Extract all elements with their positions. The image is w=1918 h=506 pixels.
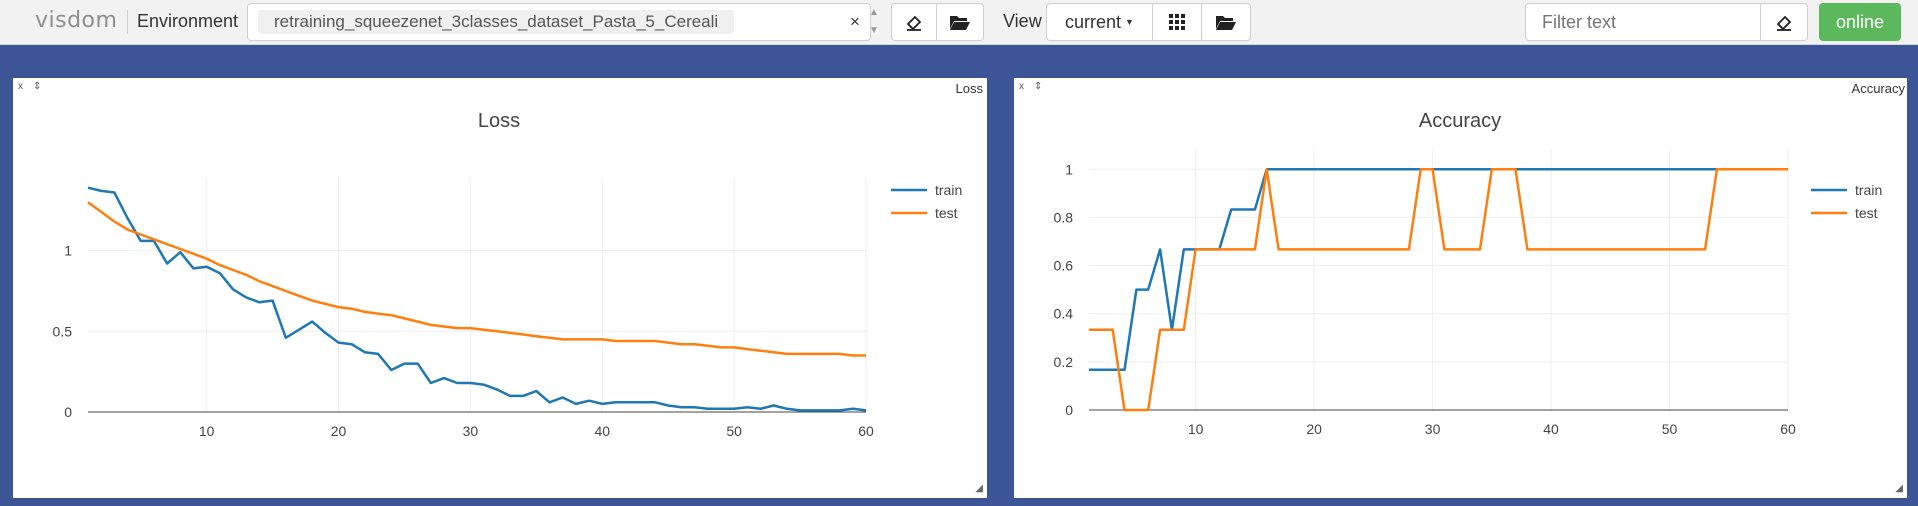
environment-select[interactable]: retraining_squeezenet_3classes_dataset_P… (247, 3, 871, 41)
x-tick-label: 20 (331, 423, 347, 439)
x-tick-label: 60 (1780, 421, 1796, 437)
x-tick-label: 40 (594, 423, 610, 439)
clear-environment-button[interactable] (891, 3, 937, 41)
eraser-icon (1776, 15, 1792, 31)
chart-title: Accuracy (1419, 110, 1501, 132)
open-environment-button[interactable] (936, 3, 984, 41)
accuracy-pane[interactable]: x ⇕ Accuracy 10 20 30 40 50 60 0 0.2 0.4 0.6 0.8 1 A… (1014, 78, 1907, 498)
environment-tag[interactable]: retraining_squeezenet_3classes_dataset_P… (258, 10, 735, 34)
loss-chart: 10 20 30 40 50 60 0 0.5 1 Loss train test (53, 110, 963, 439)
folder-open-icon (1216, 16, 1236, 30)
repack-grid-button[interactable] (1152, 3, 1202, 41)
pin-pane-icon[interactable]: ⇕ (1034, 81, 1042, 92)
close-pane-icon[interactable]: x (1019, 81, 1024, 92)
x-tick-label: 30 (463, 423, 479, 439)
folder-open-icon (950, 16, 970, 30)
y-tick-label: 0 (1065, 402, 1073, 418)
view-dropdown[interactable]: current ▼ (1046, 3, 1153, 41)
y-tick-label: 0.4 (1054, 306, 1074, 322)
y-tick-label: 0.5 (53, 323, 73, 339)
x-tick-label: 60 (858, 423, 874, 439)
x-tick-label: 30 (1425, 421, 1441, 437)
legend-label-test: test (935, 205, 958, 221)
y-tick-label: 0.6 (1054, 258, 1074, 274)
x-tick-label: 10 (199, 423, 215, 439)
brand-logo: visdom (35, 8, 118, 33)
filter-text-input[interactable] (1525, 3, 1761, 41)
connection-status-button[interactable]: online (1819, 3, 1901, 41)
loss-pane[interactable]: x ⇕ Loss 10 20 30 40 50 60 0 0.5 1 Loss train test … (13, 78, 987, 498)
environment-label: Environment (137, 11, 239, 31)
toolbar: visdom Environment retraining_squeezenet… (0, 0, 1918, 45)
legend-label-test: test (1855, 205, 1878, 221)
x-tick-label: 10 (1188, 421, 1204, 437)
chevron-down-icon[interactable]: ▼ (866, 22, 882, 40)
clear-environment-icon[interactable]: × (850, 12, 860, 32)
y-tick-label: 1 (64, 243, 72, 259)
pane-window-title: Accuracy (1851, 81, 1905, 96)
x-tick-label: 50 (1662, 421, 1678, 437)
caret-down-icon: ▼ (1125, 17, 1134, 27)
view-dropdown-value: current (1065, 11, 1122, 32)
pane-window-title: Loss (955, 81, 983, 96)
pin-pane-icon[interactable]: ⇕ (33, 81, 41, 92)
chevron-up-icon[interactable]: ▲ (866, 4, 882, 22)
close-pane-icon[interactable]: x (18, 81, 23, 92)
clear-filter-button[interactable] (1760, 3, 1808, 41)
divider (127, 10, 128, 34)
view-label: View (1003, 11, 1042, 31)
accuracy-chart: 10 20 30 40 50 60 0 0.2 0.4 0.6 0.8 1 Accuracy train t… (1054, 110, 1883, 437)
series-line-train (87, 186, 867, 412)
series-line-test (1089, 168, 1788, 412)
x-tick-label: 50 (726, 423, 742, 439)
open-view-button[interactable] (1201, 3, 1251, 41)
y-tick-label: 0 (64, 404, 72, 420)
chart-title: Loss (478, 110, 520, 132)
y-tick-label: 0.8 (1054, 209, 1074, 225)
series-line-test (87, 201, 866, 357)
legend-label-train: train (935, 182, 962, 198)
x-tick-label: 40 (1543, 421, 1559, 437)
resize-handle-icon[interactable]: ◢ (1895, 483, 1903, 494)
environment-spinner[interactable]: ▲ ▼ (866, 4, 882, 40)
grid-icon (1169, 14, 1185, 30)
y-tick-label: 1 (1065, 161, 1073, 177)
eraser-icon (906, 15, 922, 31)
resize-handle-icon[interactable]: ◢ (975, 483, 983, 494)
x-tick-label: 20 (1306, 421, 1322, 437)
legend-label-train: train (1855, 182, 1882, 198)
y-tick-label: 0.2 (1054, 354, 1074, 370)
